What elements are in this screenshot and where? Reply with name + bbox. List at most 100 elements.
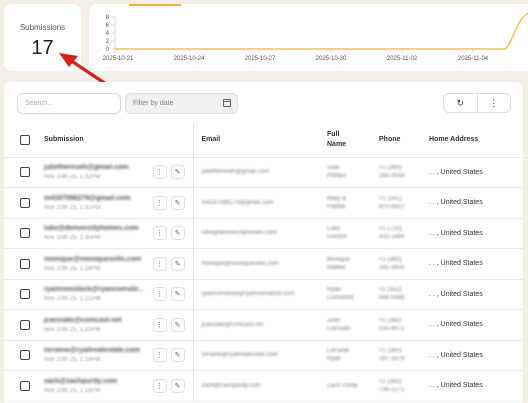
table-row[interactable]: monique@moniquesells.com Nov 10th 25, 1:2… bbox=[4, 248, 523, 280]
table-row[interactable]: juliethereseh@gmail.com Nov 10th 25, 1:32… bbox=[4, 157, 523, 188]
edit-icon[interactable]: ✎ bbox=[170, 165, 185, 180]
table-row[interactable]: zach@zachpurdy.com Nov 10th 25, 1:18PM ⋮ ✎ z… bbox=[4, 370, 523, 402]
row-menu-icon[interactable]: ⋮ bbox=[152, 348, 167, 363]
header-home-address[interactable]: Home Address bbox=[426, 123, 523, 158]
header-full-name-line2: Name bbox=[327, 141, 347, 149]
submissions-chart: 8 6 4 2 0 2025-10-21 2025-10-24 2025-10-27 2025-… bbox=[89, 4, 528, 71]
row-checkbox[interactable] bbox=[20, 167, 30, 178]
row-checkbox[interactable] bbox=[20, 380, 30, 391]
table-row[interactable]: ryancomstock@ryancomsto... Nov 10th 25, 1… bbox=[4, 279, 523, 310]
x-tick-label: 2025-10-21 bbox=[103, 56, 134, 62]
email-cell: juliethereseh@gmail.com bbox=[201, 169, 269, 176]
email-cell: monique@moniquesells.com bbox=[201, 260, 279, 267]
table-header-row: Submission Email Full Name Phone Home Ad… bbox=[4, 123, 523, 158]
last-name-cell: Padilla bbox=[327, 203, 346, 210]
address-cell: . . , United States bbox=[429, 321, 483, 329]
edit-icon[interactable]: ✎ bbox=[170, 317, 185, 332]
x-tick-label: 2025-10-30 bbox=[316, 56, 347, 62]
phone-line1: +1 (541) bbox=[379, 195, 402, 202]
row-menu-icon[interactable]: ⋮ bbox=[152, 317, 167, 332]
x-tick-label: 2025-11-02 bbox=[387, 56, 418, 62]
row-menu-icon[interactable]: ⋮ bbox=[152, 226, 167, 241]
last-name-cell: Gordon bbox=[327, 234, 348, 241]
row-menu-icon[interactable]: ⋮ bbox=[152, 165, 167, 180]
submissions-stat-card: Submissions 17 bbox=[4, 4, 81, 71]
phone-line1: +1 (360) bbox=[379, 378, 402, 385]
edit-icon[interactable]: ✎ bbox=[170, 195, 185, 210]
phone-line2: 736-1271 bbox=[379, 386, 405, 393]
email-cell: jcacciato@comcast.net bbox=[201, 321, 264, 328]
refresh-icon[interactable]: ↻ bbox=[444, 94, 477, 112]
calendar-icon[interactable] bbox=[223, 99, 231, 107]
submissions-panel: Filter by date ↻ ⋮ Submission Email Full… bbox=[4, 82, 523, 403]
submissions-table: Submission Email Full Name Phone Home Ad… bbox=[4, 123, 523, 402]
first-name-cell: Lorraine bbox=[327, 348, 350, 355]
row-checkbox[interactable] bbox=[20, 228, 30, 239]
table-row[interactable]: m4187086279@gmail.com Nov 10th 25, 1:31PM… bbox=[4, 187, 523, 219]
address-cell: . . , United States bbox=[429, 199, 483, 207]
address-cell: . . , United States bbox=[429, 290, 483, 298]
address-cell: . . , United States bbox=[429, 260, 483, 268]
header-phone[interactable]: Phone bbox=[374, 123, 426, 158]
edit-icon[interactable]: ✎ bbox=[170, 378, 185, 393]
first-name-cell: Mary B bbox=[327, 195, 347, 202]
row-checkbox[interactable] bbox=[20, 258, 30, 269]
address-cell: . . , United States bbox=[429, 351, 483, 359]
y-tick-label: 8 bbox=[106, 15, 110, 21]
email-cell: luke@denvercityhomes.com bbox=[201, 230, 277, 237]
last-name-cell: Phillips bbox=[327, 173, 347, 180]
table-row[interactable]: luke@denvercityhomes.com Nov 10th 25, 1:3… bbox=[4, 218, 523, 249]
x-tick-label: 2025-10-24 bbox=[174, 56, 205, 62]
email-cell: ryancomstock@ryancomstock.com bbox=[201, 291, 295, 298]
row-menu-icon[interactable]: ⋮ bbox=[152, 378, 167, 393]
y-tick-label: 0 bbox=[106, 47, 110, 53]
chart-svg: 8 6 4 2 0 2025-10-21 2025-10-24 2025-10-27 2025-… bbox=[103, 4, 528, 62]
x-tick-label: 2025-10-27 bbox=[245, 56, 276, 62]
edit-icon[interactable]: ✎ bbox=[170, 348, 185, 363]
date-filter-placeholder: Filter by date bbox=[133, 100, 174, 107]
table-row[interactable]: lorraine@ryallrealestate.com Nov 10th 25,… bbox=[4, 340, 523, 371]
edit-icon[interactable]: ✎ bbox=[170, 256, 185, 271]
chart-series-line bbox=[115, 12, 528, 50]
email-cell: zach@zachpurdy.com bbox=[201, 382, 261, 389]
first-name-cell: Luke bbox=[327, 226, 341, 233]
y-tick-label: 6 bbox=[106, 23, 110, 29]
toolbar-button-group: ↻ ⋮ bbox=[443, 93, 511, 113]
first-name-cell: Ryan bbox=[327, 287, 342, 294]
select-all-checkbox[interactable] bbox=[20, 134, 30, 145]
last-name-cell: Ryall bbox=[327, 356, 341, 363]
submissions-count: 17 bbox=[31, 37, 54, 59]
date-filter-input[interactable]: Filter by date bbox=[125, 93, 238, 114]
first-name-cell: Zach Purdy bbox=[327, 382, 358, 389]
phone-line1: +1 (360) bbox=[379, 165, 402, 172]
chart-top-accent bbox=[129, 4, 181, 6]
row-checkbox[interactable] bbox=[20, 289, 30, 300]
x-tick-label: 2025-11-04 bbox=[458, 56, 489, 62]
edit-icon[interactable]: ✎ bbox=[170, 287, 185, 302]
phone-line2: 241-3816 bbox=[379, 264, 405, 271]
row-menu-icon[interactable]: ⋮ bbox=[152, 287, 167, 302]
header-email[interactable]: Email bbox=[193, 123, 321, 158]
header-submission[interactable]: Submission bbox=[30, 123, 194, 158]
first-name-cell: Monique bbox=[327, 256, 351, 263]
row-checkbox[interactable] bbox=[20, 197, 30, 208]
last-name-cell: Cacciato bbox=[327, 325, 351, 332]
row-checkbox[interactable] bbox=[20, 350, 30, 361]
edit-icon[interactable]: ✎ bbox=[170, 226, 185, 241]
search-input[interactable] bbox=[17, 93, 121, 114]
phone-line1: +1 (720) bbox=[379, 226, 402, 233]
phone-line2: 048-8388 bbox=[379, 295, 405, 302]
more-options-icon[interactable]: ⋮ bbox=[476, 94, 511, 112]
first-name-cell: John bbox=[327, 317, 341, 324]
last-name-cell: Walker bbox=[327, 264, 346, 271]
phone-line1: +1 (360) bbox=[379, 348, 402, 355]
address-cell: . . , United States bbox=[429, 168, 483, 176]
header-full-name[interactable]: Full Name bbox=[321, 123, 374, 158]
row-checkbox[interactable] bbox=[20, 319, 30, 330]
phone-line1: +1 (352) bbox=[379, 287, 402, 294]
first-name-cell: Julie bbox=[327, 165, 340, 172]
row-menu-icon[interactable]: ⋮ bbox=[152, 256, 167, 271]
row-menu-icon[interactable]: ⋮ bbox=[152, 195, 167, 210]
phone-line2: 283-3533 bbox=[379, 173, 405, 180]
table-row[interactable]: jcacciato@comcast.net Nov 10th 25, 1:20PM… bbox=[4, 309, 523, 341]
